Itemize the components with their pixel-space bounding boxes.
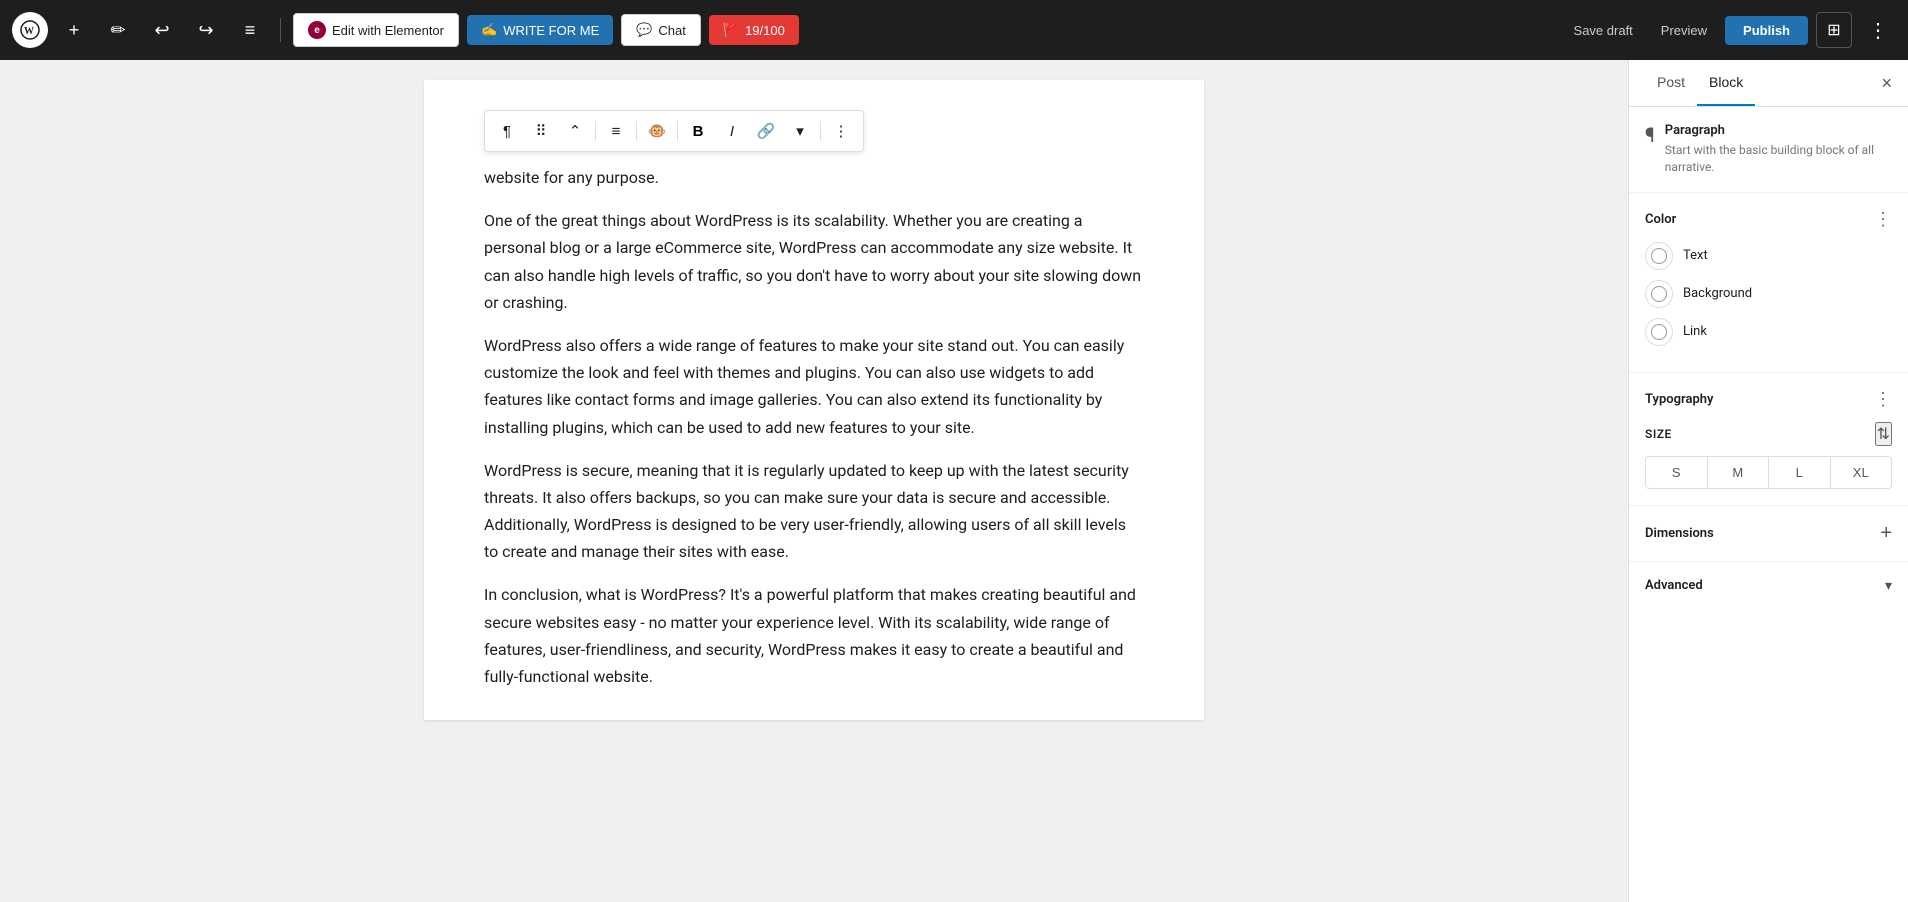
write-button-label: WRITE FOR ME	[503, 23, 599, 38]
dimensions-section: Dimensions +	[1629, 506, 1908, 562]
color-section: Color ⋮ Text Background Link	[1629, 193, 1908, 373]
more-block-options-button[interactable]: ⋮	[825, 115, 857, 147]
top-toolbar: W + ✏ ↩ ↪ ≡ e Edit with Elementor ✍ WRIT…	[0, 0, 1908, 60]
tab-block[interactable]: Block	[1697, 60, 1755, 106]
edit-with-elementor-button[interactable]: e Edit with Elementor	[293, 13, 459, 47]
paragraph-2: WordPress also offers a wide range of fe…	[484, 332, 1144, 441]
text-color-circle[interactable]	[1645, 242, 1673, 270]
more-options-button[interactable]: ⋮	[1860, 12, 1896, 48]
paragraph-4: In conclusion, what is WordPress? It's a…	[484, 581, 1144, 690]
text-color-inner	[1651, 248, 1667, 264]
color-section-header: Color ⋮	[1645, 209, 1892, 230]
editor-content[interactable]: website for any purpose. One of the grea…	[484, 164, 1144, 690]
size-controls-icon[interactable]: ⇅	[1875, 422, 1892, 446]
paragraph-block-section: ¶ Paragraph Start with the basic buildin…	[1629, 107, 1908, 193]
background-color-option[interactable]: Background	[1645, 280, 1892, 308]
pencil-button[interactable]: ✏	[100, 12, 136, 48]
tab-post[interactable]: Post	[1645, 60, 1697, 106]
toolbar-sep-1	[595, 121, 596, 141]
sidebar-close-button[interactable]: ×	[1881, 60, 1892, 106]
background-color-inner	[1651, 286, 1667, 302]
paragraph-type-button[interactable]: ¶	[491, 115, 523, 147]
view-toggle-button[interactable]: ⊞	[1816, 12, 1852, 48]
dimensions-add-button[interactable]: +	[1880, 522, 1892, 545]
italic-button[interactable]: I	[716, 115, 748, 147]
text-color-option[interactable]: Text	[1645, 242, 1892, 270]
redo-button[interactable]: ↪	[188, 12, 224, 48]
undo-button[interactable]: ↩	[144, 12, 180, 48]
dimensions-title: Dimensions	[1645, 526, 1714, 541]
write-for-me-button[interactable]: ✍ WRITE FOR ME	[467, 15, 613, 45]
elementor-icon: e	[308, 21, 326, 39]
sidebar: Post Block × ¶ Paragraph Start with the …	[1628, 60, 1908, 902]
avatar-button[interactable]: 🐵	[641, 115, 673, 147]
link-color-label: Link	[1683, 324, 1707, 339]
chat-button-label: Chat	[658, 23, 685, 38]
size-xl-button[interactable]: XL	[1831, 457, 1892, 488]
toolbar-sep-3	[677, 121, 678, 141]
typography-more-button[interactable]: ⋮	[1874, 389, 1892, 410]
move-up-button[interactable]: ⌃	[559, 115, 591, 147]
bold-button[interactable]: B	[682, 115, 714, 147]
advanced-section: Advanced ▾	[1629, 562, 1908, 610]
chat-icon: 💬	[636, 22, 652, 38]
elementor-button-label: Edit with Elementor	[332, 23, 444, 38]
link-color-circle[interactable]	[1645, 318, 1673, 346]
link-button[interactable]: 🔗	[750, 115, 782, 147]
dimensions-header: Dimensions +	[1645, 522, 1892, 545]
advanced-header[interactable]: Advanced ▾	[1645, 578, 1892, 594]
text-color-label: Text	[1683, 248, 1708, 263]
link-color-inner	[1651, 324, 1667, 340]
size-l-button[interactable]: L	[1769, 457, 1831, 488]
paragraph-block-icon: ¶	[1645, 123, 1655, 147]
dropdown-button[interactable]: ▾	[784, 115, 816, 147]
link-color-option[interactable]: Link	[1645, 318, 1892, 346]
paragraph-1: One of the great things about WordPress …	[484, 207, 1144, 316]
drag-handle-button[interactable]: ⠿	[525, 115, 557, 147]
size-label: SIZE	[1645, 427, 1672, 441]
size-buttons: S M L XL	[1645, 456, 1892, 489]
sidebar-tabs: Post Block ×	[1629, 60, 1908, 107]
publish-button[interactable]: Publish	[1725, 16, 1808, 45]
flag-icon: 🚩	[723, 22, 739, 38]
block-toolbar: ¶ ⠿ ⌃ ≡ 🐵 B I 🔗 ▾ ⋮	[484, 110, 864, 152]
size-m-button[interactable]: M	[1708, 457, 1770, 488]
counter-label: 19/100	[745, 23, 785, 38]
paragraph-block-info: ¶ Paragraph Start with the basic buildin…	[1645, 123, 1892, 176]
background-color-label: Background	[1683, 286, 1752, 301]
preview-button[interactable]: Preview	[1651, 16, 1717, 45]
paragraph-info: Paragraph Start with the basic building …	[1665, 123, 1892, 176]
typography-section-title: Typography	[1645, 392, 1714, 407]
paragraph-3: WordPress is secure, meaning that it is …	[484, 457, 1144, 566]
counter-button[interactable]: 🚩 19/100	[709, 15, 799, 45]
list-view-button[interactable]: ≡	[232, 12, 268, 48]
editor-area[interactable]: ¶ ⠿ ⌃ ≡ 🐵 B I 🔗 ▾ ⋮ website for any purp…	[0, 60, 1628, 902]
add-block-button[interactable]: +	[56, 12, 92, 48]
italic-icon: I	[730, 123, 734, 140]
write-icon: ✍	[481, 22, 497, 38]
size-s-button[interactable]: S	[1646, 457, 1708, 488]
size-row: SIZE ⇅	[1645, 422, 1892, 446]
color-section-title: Color	[1645, 212, 1676, 227]
typography-section-header: Typography ⋮	[1645, 389, 1892, 410]
typography-section: Typography ⋮ SIZE ⇅ S M L XL	[1629, 373, 1908, 506]
bold-icon: B	[693, 123, 704, 140]
paragraph-block-title: Paragraph	[1665, 123, 1892, 138]
advanced-chevron-icon: ▾	[1885, 578, 1892, 594]
save-draft-button[interactable]: Save draft	[1564, 16, 1643, 45]
background-color-circle[interactable]	[1645, 280, 1673, 308]
toolbar-separator-1	[280, 18, 281, 42]
advanced-title: Advanced	[1645, 578, 1703, 593]
paragraph-block-desc: Start with the basic building block of a…	[1665, 142, 1892, 176]
align-button[interactable]: ≡	[600, 115, 632, 147]
toolbar-sep-2	[636, 121, 637, 141]
color-more-button[interactable]: ⋮	[1874, 209, 1892, 230]
wp-logo: W	[12, 12, 48, 48]
toolbar-sep-4	[820, 121, 821, 141]
main-area: ¶ ⠿ ⌃ ≡ 🐵 B I 🔗 ▾ ⋮ website for any purp…	[0, 60, 1908, 902]
chat-button[interactable]: 💬 Chat	[621, 14, 701, 46]
svg-text:W: W	[24, 26, 34, 37]
paragraph-0: website for any purpose.	[484, 164, 1144, 191]
editor-canvas: ¶ ⠿ ⌃ ≡ 🐵 B I 🔗 ▾ ⋮ website for any purp…	[424, 80, 1204, 720]
